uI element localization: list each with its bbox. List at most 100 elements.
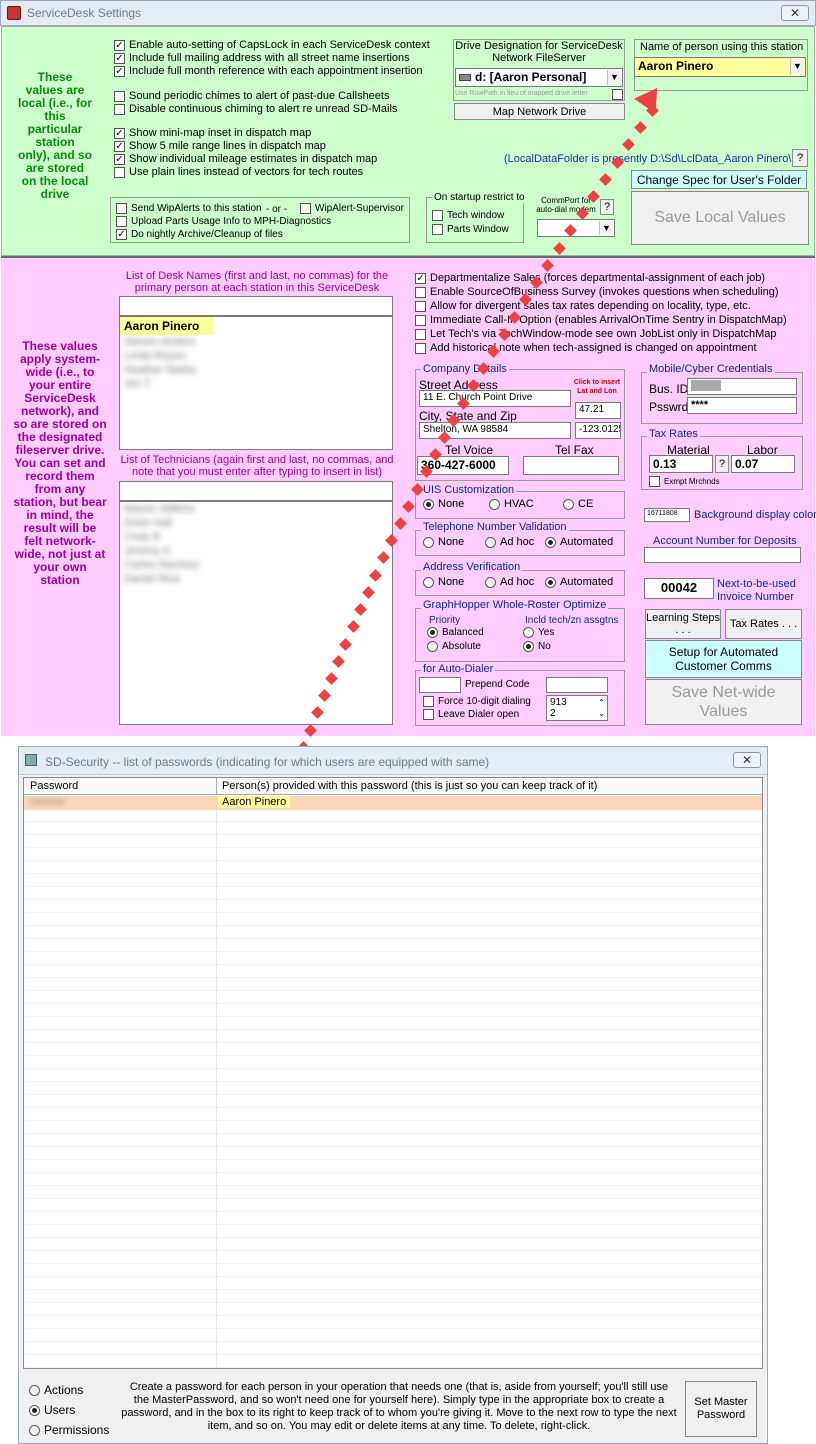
chevron-down-icon[interactable]: ▼ bbox=[599, 221, 613, 235]
network-check-2[interactable]: Allow for divergent sales tax rates depe… bbox=[415, 300, 751, 312]
settings-title-bar[interactable]: ServiceDesk Settings ✕ bbox=[0, 0, 816, 26]
local-check-6[interactable]: ✓ Show 5 mile range lines in dispatch map bbox=[114, 140, 326, 152]
chevron-down-icon[interactable]: ▼ bbox=[607, 70, 621, 85]
radio-option[interactable]: HVAC bbox=[489, 498, 534, 510]
map-network-drive-button[interactable]: Map Network Drive bbox=[454, 103, 625, 120]
learning-steps-button[interactable]: Learning Steps . . . bbox=[645, 609, 721, 639]
list-item[interactable]: Jim T bbox=[120, 377, 392, 391]
set-master-password-button[interactable]: Set Master Password bbox=[685, 1381, 757, 1437]
desk-name-input[interactable] bbox=[119, 296, 393, 316]
col-persons-header[interactable]: Person(s) provided with this password (t… bbox=[222, 780, 597, 792]
upload-parts-check[interactable]: Upload Parts Usage Info to MPH-Diagnosti… bbox=[116, 216, 331, 227]
network-check-5[interactable]: Add historical note when tech-assigned i… bbox=[415, 342, 757, 354]
tax-help-button[interactable]: ? bbox=[715, 455, 729, 473]
radio[interactable] bbox=[427, 627, 438, 638]
dialer-spinner[interactable]: 913 2 ⌃ ⌄ bbox=[546, 695, 608, 721]
radio-option[interactable]: Absolute bbox=[427, 641, 481, 652]
save-local-button[interactable]: Save Local Values bbox=[631, 191, 809, 245]
checkbox[interactable] bbox=[114, 90, 125, 102]
checkbox[interactable]: ✓ bbox=[415, 272, 426, 284]
local-check-5[interactable]: ✓ Show mini-map inset in dispatch map bbox=[114, 127, 311, 139]
checkbox[interactable]: ✓ bbox=[114, 127, 125, 139]
checkbox[interactable]: ✓ bbox=[114, 65, 125, 77]
list-item[interactable]: Linda Reyes bbox=[120, 349, 392, 363]
local-check-0[interactable]: ✓ Enable auto-setting of CapsLock in each… bbox=[114, 39, 430, 51]
exempt-merchandise-check[interactable]: Exmpt Mrchnds bbox=[649, 476, 720, 487]
archive-check[interactable]: ✓ Do nightly Archive/Cleanup of files bbox=[116, 229, 283, 240]
list-item[interactable]: Daniel Rice bbox=[120, 572, 392, 586]
desk-names-list[interactable]: Aaron Pinero Steven Anders Linda Reyes Heat… bbox=[119, 316, 393, 450]
list-item[interactable]: Mason Wilkins bbox=[120, 502, 392, 516]
checkbox[interactable] bbox=[415, 328, 426, 340]
spinner-icon[interactable]: ⌃ ⌄ bbox=[598, 697, 605, 719]
click-insert-latlon[interactable]: Click to insert Lat and Lon bbox=[571, 378, 623, 396]
material-input[interactable]: 0.13 bbox=[649, 455, 713, 473]
checkbox[interactable]: ✓ bbox=[114, 39, 125, 51]
startup-parts-window[interactable]: Parts Window bbox=[432, 224, 509, 235]
checkbox[interactable] bbox=[415, 300, 426, 312]
checkbox[interactable] bbox=[415, 314, 426, 326]
table-row[interactable]: ••••••••• Aaron Pinero bbox=[24, 796, 762, 810]
radio[interactable] bbox=[545, 576, 556, 588]
list-item[interactable]: Steven Anders bbox=[120, 335, 392, 349]
radio-option[interactable]: Permissions bbox=[29, 1423, 109, 1437]
radio-option[interactable]: Ad hoc bbox=[485, 576, 534, 588]
commport-select[interactable]: ▼ bbox=[537, 219, 615, 237]
checkbox[interactable]: ✓ bbox=[114, 153, 125, 165]
checkbox[interactable] bbox=[415, 286, 426, 298]
col-password-header[interactable]: Password bbox=[30, 780, 78, 792]
person-cell[interactable]: Aaron Pinero bbox=[218, 796, 291, 808]
radio[interactable] bbox=[563, 498, 574, 510]
radio-option[interactable]: No bbox=[523, 641, 551, 652]
chevron-down-icon[interactable]: ▼ bbox=[790, 59, 804, 75]
network-check-1[interactable]: Enable SourceOfBusiness Survey (invokes … bbox=[415, 286, 779, 298]
wipalert-check[interactable]: Send WipAlerts to this station bbox=[116, 203, 262, 214]
radio[interactable] bbox=[523, 641, 534, 652]
radio[interactable] bbox=[29, 1404, 40, 1416]
wipalert-supervisor-box[interactable] bbox=[300, 203, 311, 214]
radio-option[interactable]: Yes bbox=[523, 627, 554, 638]
radio-option[interactable]: Users bbox=[29, 1403, 75, 1417]
checkbox[interactable] bbox=[114, 166, 125, 178]
radio-option[interactable]: Ad hoc bbox=[485, 536, 534, 548]
local-check-3[interactable]: Sound periodic chimes to alert of past-d… bbox=[114, 90, 389, 102]
network-check-3[interactable]: Immediate Call-In Option (enables Arriva… bbox=[415, 314, 787, 326]
radio[interactable] bbox=[29, 1384, 40, 1396]
bg-color-input[interactable]: 16711808 bbox=[644, 508, 690, 522]
radio-option[interactable]: None bbox=[423, 536, 464, 548]
tax-rates-button[interactable]: Tax Rates . . . bbox=[725, 609, 802, 639]
checkbox[interactable]: ✓ bbox=[114, 52, 125, 64]
local-check-7[interactable]: ✓ Show individual mileage estimates in di… bbox=[114, 153, 377, 165]
force-10-digit-check[interactable]: Force 10-digit dialing bbox=[423, 696, 531, 707]
psswrd-input[interactable]: **** bbox=[687, 397, 797, 414]
prepend-input[interactable] bbox=[419, 677, 461, 693]
radio-option[interactable]: Automated bbox=[545, 536, 613, 548]
radio[interactable] bbox=[423, 576, 434, 588]
local-check-1[interactable]: ✓ Include full mailing address with all s… bbox=[114, 52, 410, 64]
checkbox[interactable] bbox=[114, 103, 125, 115]
local-check-2[interactable]: ✓ Include full month reference with each … bbox=[114, 65, 423, 77]
list-item[interactable]: Cody B bbox=[120, 530, 392, 544]
close-icon[interactable]: ✕ bbox=[733, 752, 761, 768]
dialer-code-input[interactable] bbox=[546, 677, 608, 693]
drive-select[interactable]: d: [Aaron Personal] ▼ bbox=[455, 68, 623, 87]
commport-help-button[interactable]: ? bbox=[600, 199, 614, 215]
archive-box[interactable]: ✓ bbox=[116, 229, 127, 240]
startup-tech-window[interactable]: Tech window bbox=[432, 210, 504, 221]
checkbox[interactable]: ✓ bbox=[114, 140, 125, 152]
bus-id-input[interactable] bbox=[687, 378, 797, 395]
local-check-4[interactable]: Disable continuous chiming to alert re u… bbox=[114, 103, 397, 115]
lon-input[interactable]: -123.0125 bbox=[575, 422, 621, 439]
leave-dialer-open-check[interactable]: Leave Dialer open bbox=[423, 709, 519, 720]
tech-list[interactable]: Mason Wilkins Drew Hall Cody B Jeremy K Carl… bbox=[119, 501, 393, 725]
tech-input[interactable] bbox=[119, 481, 393, 501]
list-item[interactable]: Jeremy K bbox=[120, 544, 392, 558]
radio-option[interactable]: Actions bbox=[29, 1383, 83, 1397]
list-item[interactable]: Heather Marks bbox=[120, 363, 392, 377]
setup-comms-button[interactable]: Setup for Automated Customer Comms bbox=[645, 640, 802, 678]
network-check-0[interactable]: ✓ Departmentalize Sales (forces departmen… bbox=[415, 272, 765, 284]
lat-input[interactable]: 47.21 bbox=[575, 402, 621, 419]
checkbox[interactable] bbox=[415, 342, 426, 354]
radio[interactable] bbox=[545, 536, 556, 548]
wipalert-supervisor-check[interactable]: WipAlert-Supervisor bbox=[300, 203, 404, 214]
